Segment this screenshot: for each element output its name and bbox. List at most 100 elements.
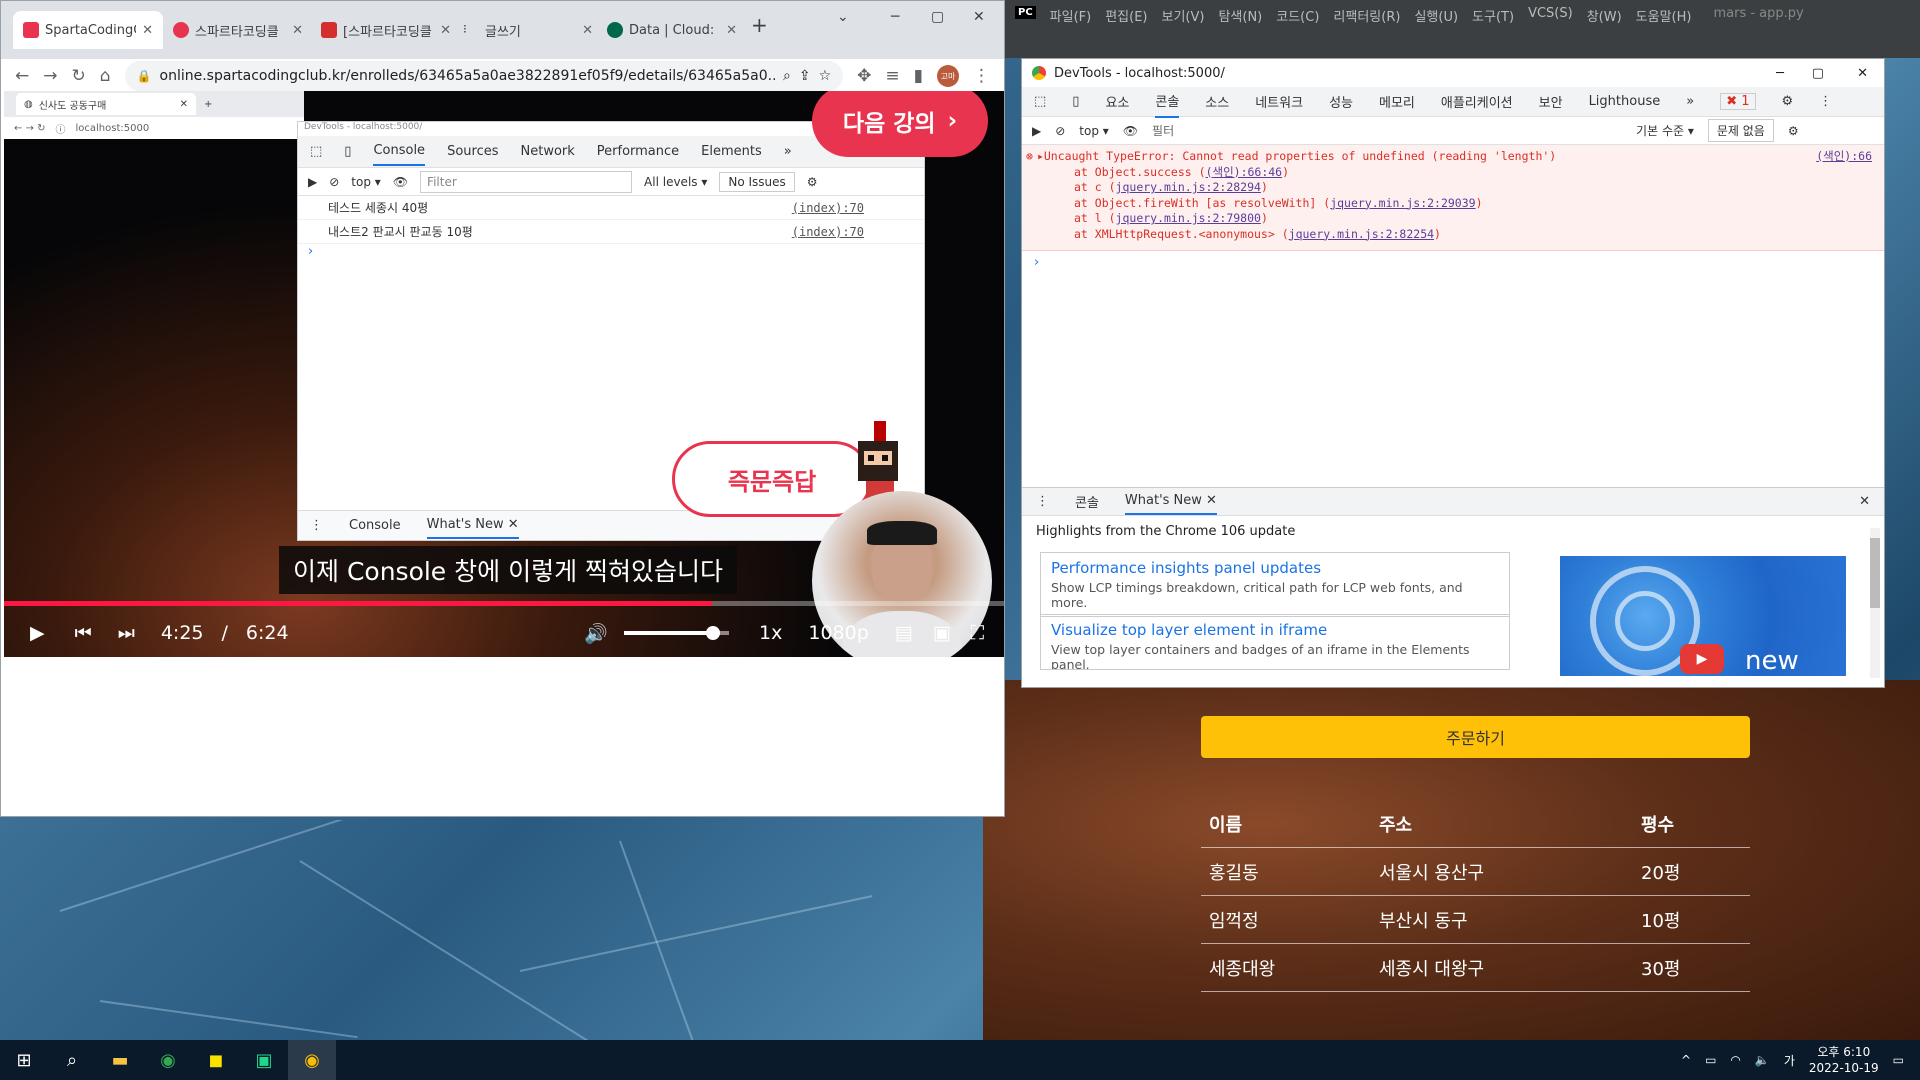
avatar[interactable]: 고마 [937, 65, 959, 87]
eye-icon[interactable]: 👁 [1123, 124, 1138, 138]
kakaotalk-icon[interactable]: ◼ [192, 1040, 240, 1080]
menu-refactor[interactable]: 리팩터링(R) [1333, 6, 1400, 25]
menu-vcs[interactable]: VCS(S) [1528, 6, 1573, 21]
extensions-icon[interactable]: ✥ [857, 66, 871, 86]
device-toolbar-icon[interactable]: ▯ [1072, 94, 1079, 109]
console-prompt[interactable]: › [1022, 251, 1884, 274]
close-icon[interactable]: ✕ [440, 23, 451, 38]
tab-spartacoding[interactable]: SpartaCodingC ✕ [13, 11, 163, 49]
close-icon[interactable]: ✕ [142, 23, 153, 38]
quality-button[interactable]: 1080p [808, 622, 868, 644]
error-source-link[interactable]: (색인):66 [1816, 149, 1872, 165]
ime-indicator[interactable]: 가 [1784, 1052, 1795, 1069]
menu-navigate[interactable]: 탐색(N) [1218, 6, 1262, 25]
wifi-icon[interactable]: ◠ [1730, 1053, 1740, 1067]
clock[interactable]: 오후 6:10 2022-10-19 [1809, 1044, 1879, 1076]
chrome-icon[interactable]: ◉ [144, 1040, 192, 1080]
play-button[interactable]: ▶ [30, 622, 45, 644]
address-bar[interactable]: 🔒 online.spartacodingclub.kr/enrolleds/6… [124, 61, 844, 91]
forward-icon[interactable]: → [43, 66, 57, 86]
error-count-badge[interactable]: ✖ 1 [1720, 93, 1756, 110]
side-panel-icon[interactable]: ▮ [914, 66, 923, 86]
maximize-button[interactable]: ▢ [1812, 66, 1824, 81]
menu-code[interactable]: 코드(C) [1276, 6, 1319, 25]
menu-kebab-icon[interactable]: ⋮ [973, 66, 990, 86]
drawer-tab-console[interactable]: 콘솔 [1075, 492, 1099, 511]
whats-new-card[interactable]: Visualize top layer element in iframe Vi… [1040, 614, 1510, 670]
volume-knob[interactable] [706, 626, 721, 640]
notification-icon[interactable]: ▭ [1893, 1053, 1904, 1067]
menu-run[interactable]: 실행(U) [1414, 6, 1458, 25]
tab-search-icon[interactable]: ⌄ [837, 9, 849, 25]
tab-sparta-2[interactable]: 스파르타코딩클 ✕ [163, 11, 313, 49]
menu-edit[interactable]: 편집(E) [1105, 6, 1147, 25]
minimize-button[interactable]: ─ [891, 9, 899, 25]
pycharm-icon[interactable]: ▣ [240, 1040, 288, 1080]
tab-sparta-3[interactable]: [스파르타코딩클 ✕ [311, 11, 461, 49]
menu-help[interactable]: 도움말(H) [1636, 6, 1692, 25]
pip-icon[interactable]: ▣ [933, 622, 951, 644]
home-icon[interactable]: ⌂ [100, 66, 111, 86]
console-filter-input[interactable]: 필터 [1152, 122, 1622, 139]
zoom-icon[interactable]: ⌕ [783, 68, 791, 84]
fullscreen-icon[interactable]: ⛶ [971, 622, 984, 644]
new-tab-button[interactable]: + [751, 13, 768, 37]
reading-list-icon[interactable]: ≡ [885, 66, 899, 86]
file-explorer-icon[interactable]: ▬ [96, 1040, 144, 1080]
captions-icon[interactable]: ▤ [895, 622, 913, 644]
context-select[interactable]: top ▾ [1079, 124, 1109, 138]
console-settings-icon[interactable]: ⚙ [1788, 124, 1799, 138]
video-thumbnail[interactable]: ▶ new [1560, 556, 1846, 676]
tab-memory[interactable]: 메모리 [1379, 92, 1415, 111]
share-icon[interactable]: ⇪ [799, 68, 811, 84]
close-icon[interactable]: ✕ [726, 23, 737, 38]
menu-window[interactable]: 창(W) [1587, 6, 1622, 25]
close-window-button[interactable]: ✕ [973, 9, 985, 25]
tab-performance[interactable]: 성능 [1329, 92, 1353, 111]
previous-button[interactable]: ⏮ [75, 622, 92, 644]
menu-tools[interactable]: 도구(T) [1472, 6, 1514, 25]
order-button[interactable]: 주문하기 [1201, 716, 1750, 758]
menu-view[interactable]: 보기(V) [1162, 6, 1205, 25]
tab-network[interactable]: 네트워크 [1255, 92, 1303, 111]
lecture-video-player[interactable]: ◍ 신사도 공동구매 ✕ + ← → ↻ ⓘ localhost:5000 De… [4, 91, 1004, 657]
close-icon[interactable]: ✕ [582, 23, 593, 38]
back-icon[interactable]: ← [15, 66, 29, 86]
windows-start-icon[interactable]: ⊞ [0, 1040, 48, 1080]
drawer-scrollbar[interactable] [1870, 528, 1880, 678]
tray-chevron-icon[interactable]: ^ [1681, 1053, 1691, 1067]
kebab-icon[interactable]: ⋮ [1819, 94, 1832, 109]
sidebar-toggle-icon[interactable]: ▶ [1032, 124, 1041, 138]
maximize-button[interactable]: ▢ [931, 9, 944, 25]
tab-console[interactable]: 콘솔 [1155, 85, 1180, 118]
tab-security[interactable]: 보안 [1539, 92, 1563, 111]
inspect-icon[interactable]: ⬚ [1034, 94, 1046, 109]
volume-slider[interactable] [624, 626, 730, 640]
video-progress-bar[interactable] [4, 601, 1004, 606]
close-window-button[interactable]: ✕ [1857, 66, 1868, 81]
speaker-icon[interactable]: 🔈 [1755, 1053, 1770, 1067]
tab-mongodb[interactable]: Data | Cloud: ✕ [597, 11, 747, 49]
tab-more[interactable]: » [1686, 94, 1694, 109]
speed-button[interactable]: 1x [759, 622, 782, 644]
next-button[interactable]: ⏭ [118, 622, 135, 644]
tab-lighthouse[interactable]: Lighthouse [1589, 94, 1661, 109]
chrome-active-icon[interactable]: ◉ [288, 1040, 336, 1080]
volume-icon[interactable]: 🔊 [584, 622, 608, 645]
drawer-close-icon[interactable]: ✕ [1859, 494, 1870, 509]
tab-sources[interactable]: 소스 [1205, 92, 1229, 111]
tab-elements[interactable]: 요소 [1105, 92, 1129, 111]
whats-new-card[interactable]: Performance insights panel updates Show … [1040, 552, 1510, 617]
minimize-button[interactable]: ─ [1776, 66, 1784, 81]
tab-application[interactable]: 애플리케이션 [1441, 92, 1513, 111]
log-levels-select[interactable]: 기본 수준 ▾ [1636, 122, 1694, 139]
expand-triangle-icon[interactable]: ▸ [1037, 149, 1044, 165]
clear-console-icon[interactable]: ⊘ [1055, 124, 1065, 138]
battery-icon[interactable]: ▭ [1705, 1053, 1716, 1067]
next-lecture-button[interactable]: 다음 강의 › [812, 91, 988, 157]
reload-icon[interactable]: ↻ [72, 66, 86, 86]
issues-button[interactable]: 문제 없음 [1707, 119, 1774, 142]
drawer-kebab-icon[interactable]: ⋮ [1036, 494, 1049, 509]
tab-write[interactable]: ⁝ 글쓰기 ✕ [453, 11, 603, 49]
search-icon[interactable]: ⌕ [48, 1040, 96, 1080]
